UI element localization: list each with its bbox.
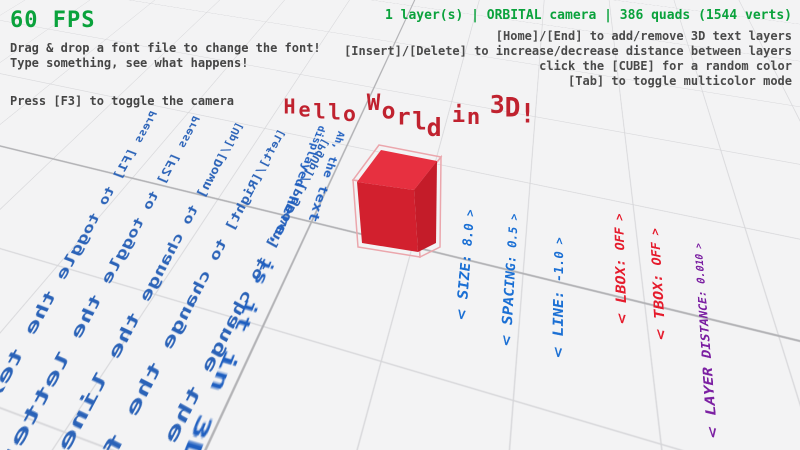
hint-cube-random-color: click the [CUBE] for a random color [344, 59, 792, 74]
title-letter: n [466, 103, 480, 129]
hud-top-right: 1 layer(s) | ORBITAL camera | 386 quads … [344, 8, 792, 89]
hint-toggle-camera: Press [F3] to toggle the camera [10, 94, 321, 109]
hint-drag-drop-font: Drag & drop a font file to change the fo… [10, 41, 321, 56]
title-letter: D [504, 92, 520, 122]
status-bar: 1 layer(s) | ORBITAL camera | 386 quads … [344, 8, 792, 23]
title-letter: ! [519, 98, 535, 128]
font-demo-app: Press [F1] to toggle the text boundary P… [0, 0, 800, 450]
title-letter: o [382, 97, 396, 124]
title-letter: 3 [490, 90, 505, 119]
hint-multicolor-mode: [Tab] to toggle multicolor mode [344, 74, 792, 89]
title-letter: r [397, 103, 411, 130]
hint-layer-distance: [Insert]/[Delete] to increase/decrease d… [344, 44, 792, 59]
title-letter: l [412, 108, 426, 136]
hint-type-something: Type something, see what happens! [10, 56, 321, 71]
hud-top-left: 60 FPS Drag & drop a font file to change… [10, 8, 321, 109]
cube-front-face [357, 182, 418, 252]
title-letter: d [427, 113, 442, 142]
title-letter: i [452, 102, 465, 128]
title-letter: o [343, 101, 356, 126]
fps-counter: 60 FPS [10, 8, 321, 33]
title-letter: W [367, 89, 381, 115]
title-letter: l [328, 100, 341, 124]
hint-add-remove-layers: [Home]/[End] to add/remove 3D text layer… [344, 29, 792, 44]
